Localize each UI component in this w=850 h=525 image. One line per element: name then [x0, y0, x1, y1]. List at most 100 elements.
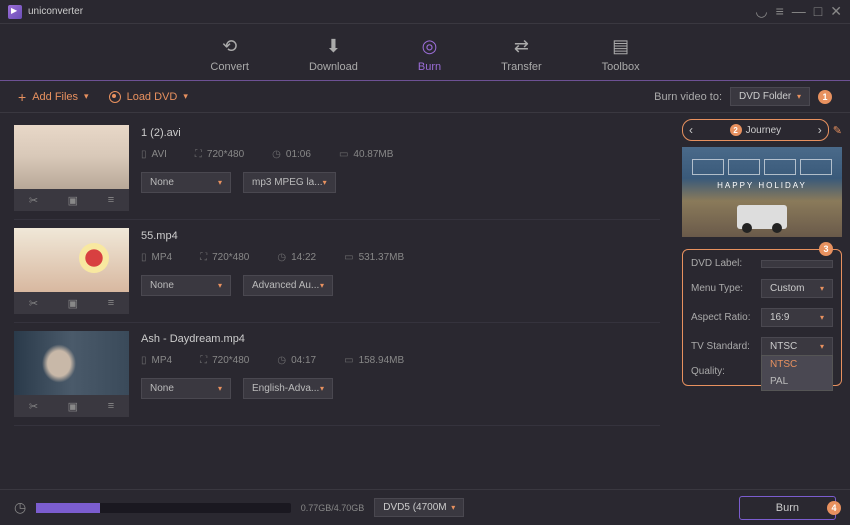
- file-item: ✂ ▣ ≡ 55.mp4 ▯MP4 ⛶720*480 ◷14:22 ▭531.3…: [14, 220, 660, 323]
- transfer-icon: ⇄: [514, 36, 529, 57]
- nav-toolbox[interactable]: ▤ Toolbox: [592, 32, 650, 77]
- burn-button[interactable]: Burn 4: [739, 496, 836, 520]
- caret-down-icon: ▾: [820, 313, 824, 322]
- nav-transfer[interactable]: ⇄ Transfer: [491, 32, 552, 77]
- disk-usage-bar: [36, 503, 291, 513]
- file-format: AVI: [152, 149, 167, 160]
- file-name: Ash - Daydream.mp4: [141, 333, 660, 345]
- file-size: 40.87MB: [353, 149, 393, 160]
- nav-convert[interactable]: ⟲ Convert: [200, 32, 259, 77]
- dvd-label-label: DVD Label:: [691, 258, 757, 269]
- disk-usage-fill: [36, 503, 100, 513]
- minimize-icon[interactable]: —: [792, 3, 806, 20]
- trim-icon[interactable]: ✂: [29, 297, 38, 310]
- duration-icon: ◷: [277, 355, 286, 366]
- effects-icon[interactable]: ≡: [108, 400, 114, 412]
- resolution-icon: ⛶: [200, 252, 207, 263]
- crop-icon[interactable]: ▣: [68, 194, 78, 207]
- tv-standard-label: TV Standard:: [691, 341, 757, 352]
- file-item: ✂ ▣ ≡ 1 (2).avi ▯AVI ⛶720*480 ◷01:06 ▭40…: [14, 117, 660, 220]
- burn-target-dropdown[interactable]: DVD Folder ▾: [730, 87, 810, 106]
- add-files-label: Add Files: [32, 91, 78, 103]
- nav-divider: [0, 80, 850, 81]
- theme-next-icon[interactable]: ›: [818, 123, 822, 137]
- quality-label: Quality:: [691, 366, 757, 377]
- duration-icon: ◷: [272, 149, 281, 160]
- audio-dropdown[interactable]: Advanced Au...▾: [243, 275, 333, 296]
- aspect-ratio-label: Aspect Ratio:: [691, 312, 757, 323]
- subtitle-dropdown[interactable]: None▾: [141, 172, 231, 193]
- tv-option-ntsc[interactable]: NTSC: [762, 356, 832, 373]
- add-files-button[interactable]: + Add Files ▾: [18, 89, 89, 105]
- bottom-bar: ◷ 0.77GB/4.70GB DVD5 (4700M▾ Burn 4: [0, 489, 850, 525]
- aspect-ratio-dropdown[interactable]: 16:9▾: [761, 308, 833, 327]
- tv-option-pal[interactable]: PAL: [762, 373, 832, 390]
- effects-icon[interactable]: ≡: [108, 297, 114, 309]
- audio-dropdown[interactable]: mp3 MPEG la...▾: [243, 172, 336, 193]
- menu-type-dropdown[interactable]: Custom▾: [761, 279, 833, 298]
- nav-burn[interactable]: ◎ Burn: [408, 32, 451, 77]
- plus-icon: +: [18, 89, 26, 105]
- caret-down-icon: ▾: [820, 342, 824, 351]
- disk-type-dropdown[interactable]: DVD5 (4700M▾: [374, 498, 464, 517]
- burn-target-value: DVD Folder: [739, 91, 791, 102]
- theme-preview[interactable]: HAPPY HOLIDAY: [682, 147, 842, 237]
- resolution-icon: ⛶: [195, 149, 202, 160]
- nav-download[interactable]: ⬇ Download: [299, 32, 368, 77]
- user-icon[interactable]: ◡: [755, 3, 767, 20]
- trim-icon[interactable]: ✂: [29, 194, 38, 207]
- caret-down-icon: ▾: [183, 91, 188, 102]
- format-icon: ▯: [141, 252, 147, 263]
- audio-dropdown[interactable]: English-Adva...▾: [243, 378, 333, 399]
- file-duration: 01:06: [286, 149, 311, 160]
- file-duration: 04:17: [291, 355, 316, 366]
- callout-badge-1: 1: [818, 90, 832, 104]
- caret-down-icon: ▾: [797, 92, 801, 101]
- burn-video-to-label: Burn video to:: [654, 91, 722, 103]
- theme-edit-icon[interactable]: ✎: [833, 124, 842, 137]
- subtitle-dropdown[interactable]: None▾: [141, 275, 231, 296]
- dvd-label-input[interactable]: [761, 260, 833, 268]
- callout-badge-3: 3: [819, 242, 833, 256]
- disk-usage-text: 0.77GB/4.70GB: [301, 503, 365, 513]
- toolbox-icon: ▤: [612, 36, 629, 57]
- caret-down-icon: ▾: [84, 91, 89, 102]
- caret-down-icon: ▾: [323, 178, 327, 187]
- file-size: 158.94MB: [359, 355, 405, 366]
- download-icon: ⬇: [326, 36, 341, 57]
- effects-icon[interactable]: ≡: [108, 194, 114, 206]
- crop-icon[interactable]: ▣: [68, 297, 78, 310]
- callout-badge-2: 2: [730, 124, 742, 136]
- theme-name: Journey: [746, 125, 782, 136]
- toolbar: + Add Files ▾ Load DVD ▾ Burn video to: …: [0, 81, 850, 113]
- file-thumbnail[interactable]: [14, 331, 129, 395]
- file-thumbnail[interactable]: [14, 125, 129, 189]
- file-resolution: 720*480: [212, 252, 249, 263]
- convert-icon: ⟲: [222, 36, 237, 57]
- app-logo-icon: [8, 5, 22, 19]
- file-resolution: 720*480: [212, 355, 249, 366]
- nav-toolbox-label: Toolbox: [602, 61, 640, 73]
- nav-transfer-label: Transfer: [501, 61, 542, 73]
- dvd-settings: 3 DVD Label: Menu Type: Custom▾ Aspect R…: [682, 249, 842, 386]
- load-dvd-button[interactable]: Load DVD ▾: [109, 91, 188, 103]
- nav-burn-label: Burn: [418, 61, 441, 73]
- trim-icon[interactable]: ✂: [29, 400, 38, 413]
- tv-standard-options: NTSC PAL: [761, 355, 833, 391]
- crop-icon[interactable]: ▣: [68, 400, 78, 413]
- file-thumbnail[interactable]: [14, 228, 129, 292]
- caret-down-icon: ▾: [820, 284, 824, 293]
- subtitle-dropdown[interactable]: None▾: [141, 378, 231, 399]
- file-item: ✂ ▣ ≡ Ash - Daydream.mp4 ▯MP4 ⛶720*480 ◷…: [14, 323, 660, 426]
- sidebar: ‹ 2 Journey › ✎ HAPPY HOLIDAY 3 DVD Label…: [674, 113, 850, 489]
- file-duration: 14:22: [291, 252, 316, 263]
- maximize-icon[interactable]: □: [814, 3, 822, 20]
- theme-preview-text: HAPPY HOLIDAY: [682, 181, 842, 190]
- menu-icon[interactable]: ≡: [776, 3, 784, 20]
- disc-icon: [109, 91, 121, 103]
- tv-standard-dropdown[interactable]: NTSC▾: [761, 337, 833, 356]
- close-icon[interactable]: ✕: [830, 3, 842, 20]
- theme-prev-icon[interactable]: ‹: [689, 123, 693, 137]
- clock-icon[interactable]: ◷: [14, 499, 26, 516]
- file-name: 1 (2).avi: [141, 127, 660, 139]
